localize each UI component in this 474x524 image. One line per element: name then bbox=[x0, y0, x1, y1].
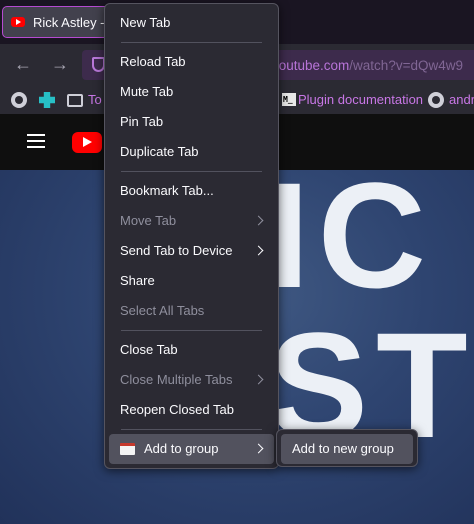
menu-add-to-new-group[interactable]: Add to new group bbox=[281, 434, 413, 464]
chevron-right-icon bbox=[253, 443, 264, 454]
menu-duplicate-tab[interactable]: Duplicate Tab bbox=[105, 137, 278, 167]
menu-add-to-group-label: Add to group bbox=[144, 441, 219, 456]
bookmark-plugin-documentation[interactable]: Plugin documentation bbox=[298, 92, 423, 107]
chevron-right-icon bbox=[253, 215, 264, 226]
menu-share[interactable]: Share bbox=[105, 266, 278, 296]
menu-separator bbox=[121, 429, 262, 430]
menu-new-tab[interactable]: New Tab bbox=[105, 8, 278, 38]
back-arrow-icon[interactable]: ← bbox=[13, 54, 33, 74]
menu-reload-tab[interactable]: Reload Tab bbox=[105, 47, 278, 77]
tab-group-icon bbox=[120, 442, 135, 455]
folder-icon[interactable] bbox=[67, 94, 83, 107]
forward-arrow-icon[interactable]: → bbox=[50, 54, 70, 74]
menu-bookmark-tab[interactable]: Bookmark Tab... bbox=[105, 176, 278, 206]
menu-move-tab-label: Move Tab bbox=[120, 213, 177, 228]
menu-separator bbox=[121, 171, 262, 172]
menu-separator bbox=[121, 42, 262, 43]
youtube-favicon-icon bbox=[11, 17, 25, 27]
github-icon[interactable] bbox=[11, 92, 27, 108]
bookmark-andr[interactable]: andr bbox=[449, 92, 474, 107]
menu-separator bbox=[121, 330, 262, 331]
hamburger-menu-icon[interactable] bbox=[27, 134, 45, 148]
video-frame-text: IC bbox=[268, 170, 434, 319]
youtube-logo-icon[interactable] bbox=[72, 132, 102, 153]
terminal-icon[interactable]: M_ bbox=[282, 93, 296, 106]
bookmark-folder-label[interactable]: To bbox=[88, 92, 102, 107]
menu-reopen-closed-tab[interactable]: Reopen Closed Tab bbox=[105, 395, 278, 425]
menu-pin-tab[interactable]: Pin Tab bbox=[105, 107, 278, 137]
chevron-right-icon bbox=[253, 245, 264, 256]
add-to-group-submenu: Add to new group bbox=[276, 429, 418, 467]
menu-close-tab[interactable]: Close Tab bbox=[105, 335, 278, 365]
menu-add-to-group[interactable]: Add to group bbox=[109, 434, 274, 464]
github-icon[interactable] bbox=[428, 92, 444, 108]
url-text[interactable]: youtube.com/watch?v=dQw4w9 bbox=[272, 58, 463, 73]
menu-close-multiple-label: Close Multiple Tabs bbox=[120, 372, 233, 387]
menu-mute-tab[interactable]: Mute Tab bbox=[105, 77, 278, 107]
chevron-right-icon bbox=[253, 374, 264, 385]
tab-context-menu: New Tab Reload Tab Mute Tab Pin Tab Dupl… bbox=[104, 3, 279, 469]
menu-select-all-tabs: Select All Tabs bbox=[120, 303, 205, 318]
menu-send-tab-to-device[interactable]: Send Tab to Device bbox=[105, 236, 278, 266]
menu-close-multiple-tabs: Close Multiple Tabs bbox=[105, 365, 278, 395]
menu-move-tab: Move Tab bbox=[105, 206, 278, 236]
puzzle-icon[interactable] bbox=[39, 92, 55, 108]
menu-send-tab-label: Send Tab to Device bbox=[120, 243, 233, 258]
